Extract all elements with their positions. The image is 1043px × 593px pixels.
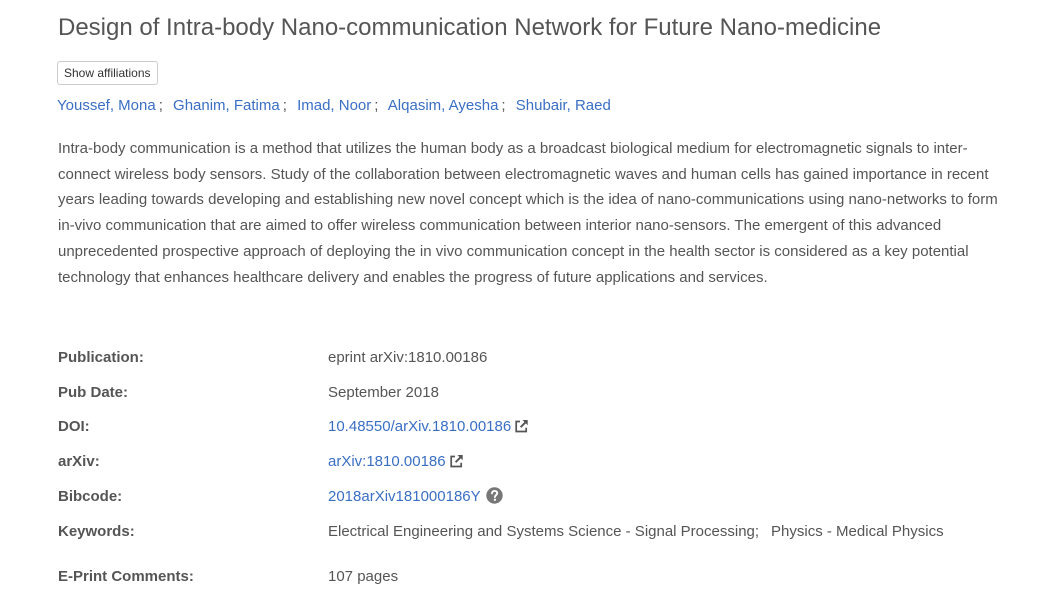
help-icon[interactable] xyxy=(485,487,503,512)
bibcode-value: 2018arXiv181000186Y xyxy=(328,485,503,512)
author-link[interactable]: Imad, Noor xyxy=(297,97,371,114)
author-link[interactable]: Alqasim, Ayesha xyxy=(388,97,499,114)
author-link[interactable]: Shubair, Raed xyxy=(516,97,611,114)
doi-link[interactable]: 10.48550/arXiv.1810.00186 xyxy=(328,418,511,435)
keyword-item: Electrical Engineering and Systems Scien… xyxy=(328,523,760,540)
arxiv-link[interactable]: arXiv:1810.00186 xyxy=(328,453,446,470)
arxiv-row: arXiv: arXiv:1810.00186 xyxy=(58,450,1018,474)
publication-value: eprint arXiv:1810.00186 xyxy=(328,349,488,366)
bibcode-label: Bibcode: xyxy=(58,488,123,505)
author-list: Youssef, Mona; Ghanim, Fatima; Imad, Noo… xyxy=(57,96,611,116)
abstract-page: Design of Intra-body Nano-communication … xyxy=(0,0,1043,593)
pub-date-value: September 2018 xyxy=(328,384,439,401)
external-link-icon[interactable] xyxy=(514,417,529,441)
keywords-value: Electrical Engineering and Systems Scien… xyxy=(328,520,944,544)
author-separator: ; xyxy=(501,97,506,114)
bibcode-row: Bibcode: 2018arXiv181000186Y xyxy=(58,485,1018,509)
eprint-comments-row: E-Print Comments: 107 pages xyxy=(58,565,1018,589)
eprint-comments-label: E-Print Comments: xyxy=(58,568,194,585)
keywords-label: Keywords: xyxy=(58,523,135,540)
publication-row: Publication: eprint arXiv:1810.00186 xyxy=(58,346,1018,370)
doi-label: DOI: xyxy=(58,418,90,435)
show-affiliations-button[interactable]: Show affiliations xyxy=(57,61,158,85)
pub-date-label: Pub Date: xyxy=(58,384,129,401)
author-link[interactable]: Ghanim, Fatima xyxy=(173,97,280,114)
author-separator: ; xyxy=(374,97,379,114)
external-link-icon[interactable] xyxy=(449,452,464,476)
author-separator: ; xyxy=(282,97,287,114)
author-link[interactable]: Youssef, Mona xyxy=(57,97,156,114)
title-highlighted-text: Nano-communication Network for Future Na… xyxy=(281,12,881,44)
title-prefix: Design of Intra-body xyxy=(58,14,281,41)
abstract-text: Intra-body communication is a method tha… xyxy=(58,140,998,286)
pub-date-row: Pub Date: September 2018 xyxy=(58,381,1018,405)
author-separator: ; xyxy=(158,97,163,114)
arxiv-value: arXiv:1810.00186 xyxy=(328,450,464,476)
doi-row: DOI: 10.48550/arXiv.1810.00186 xyxy=(58,415,1018,439)
publication-label: Publication: xyxy=(58,349,144,366)
keyword-item: Physics - Medical Physics xyxy=(771,523,944,540)
doi-value: 10.48550/arXiv.1810.00186 xyxy=(328,415,529,441)
eprint-comments-value: 107 pages xyxy=(328,568,399,585)
bibcode-link[interactable]: 2018arXiv181000186Y xyxy=(328,488,481,505)
keywords-row: Keywords: Electrical Engineering and Sys… xyxy=(58,520,1018,544)
arxiv-label: arXiv: xyxy=(58,453,100,470)
page-title: Design of Intra-body Nano-communication … xyxy=(58,12,881,44)
